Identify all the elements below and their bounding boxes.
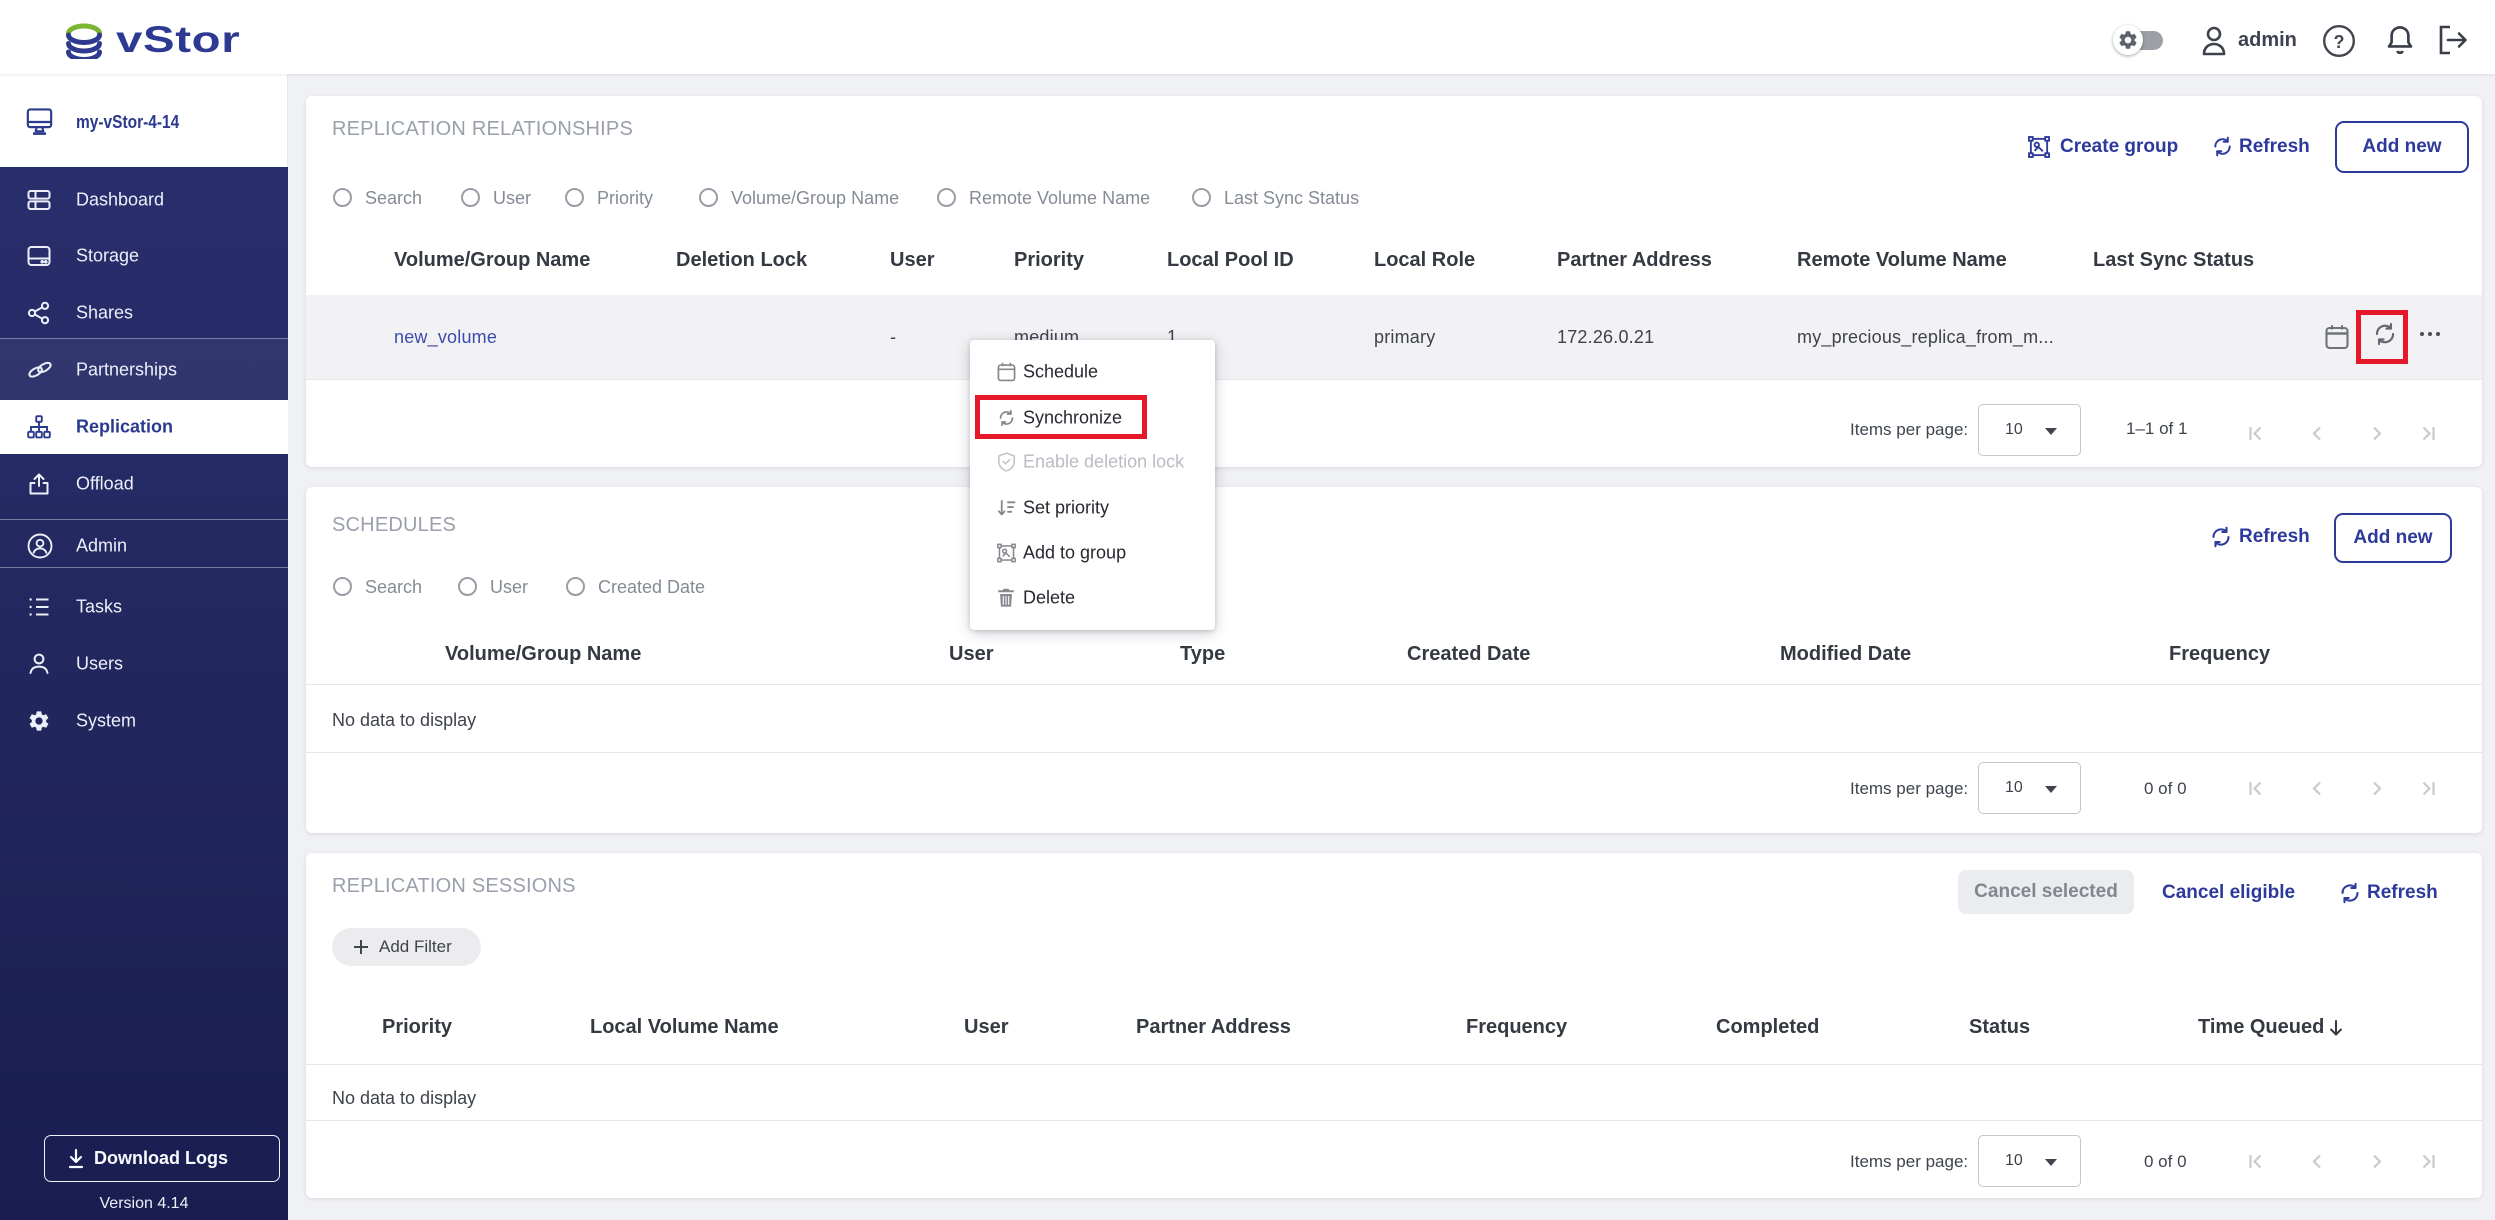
svg-text:?: ? (2334, 32, 2345, 52)
